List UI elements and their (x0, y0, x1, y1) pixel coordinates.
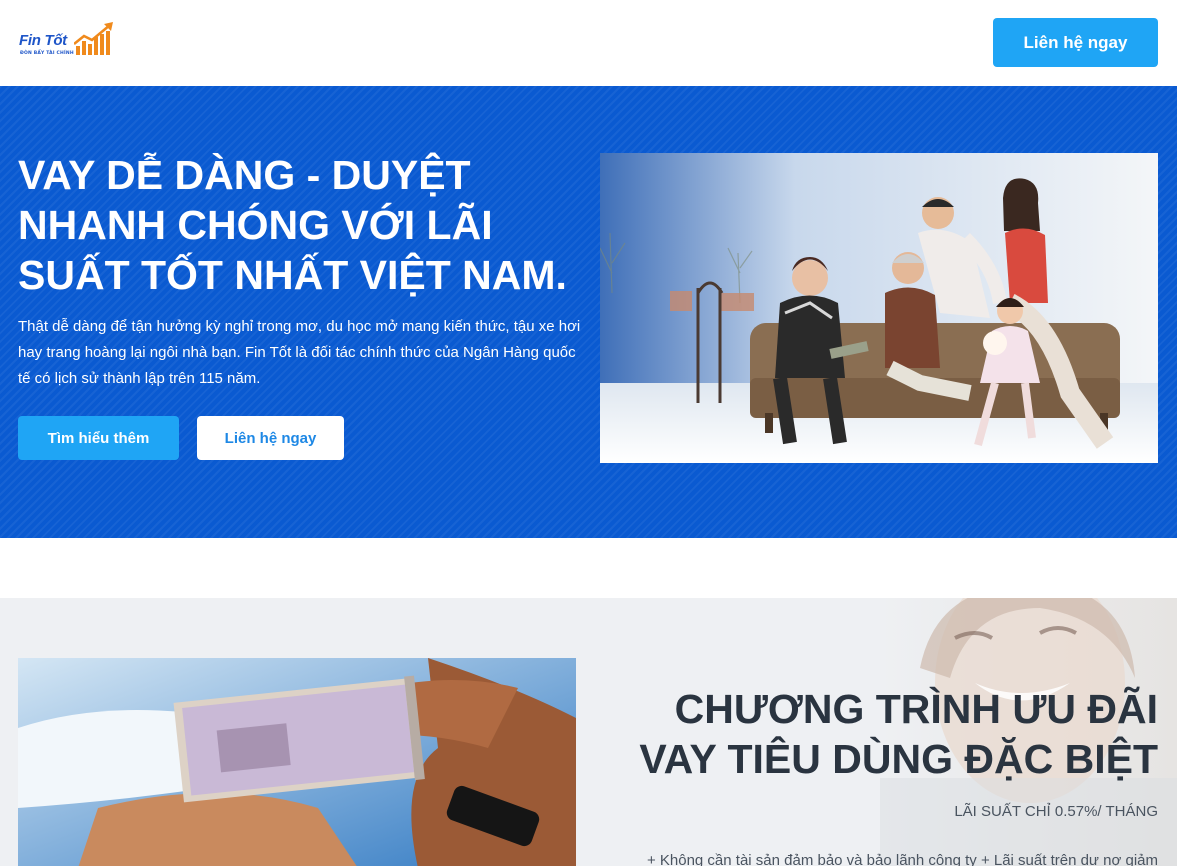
money-handover-photo (18, 658, 576, 866)
family-photo (600, 153, 1158, 463)
brand-logo[interactable]: Fin Tốt ĐÒN BẨY TÀI CHÍNH (18, 20, 118, 60)
header-contact-button[interactable]: Liên hệ ngay (993, 18, 1158, 67)
promo-title: CHƯƠNG TRÌNH ƯU ĐÃI VAY TIÊU DÙNG ĐẶC BI… (639, 686, 1158, 782)
hero-contact-button[interactable]: Liên hệ ngay (197, 416, 344, 460)
hero-title: VAY DỄ DÀNG - DUYỆT NHANH CHÓNG VỚI LÃI … (18, 152, 567, 298)
site-header: Fin Tốt ĐÒN BẨY TÀI CHÍNH Liên hệ ngay (0, 0, 1177, 86)
growth-chart-icon (74, 22, 113, 55)
money-illustration (18, 658, 576, 866)
logo-text: Fin Tốt (19, 32, 67, 49)
promo-body: + Không cần tài sản đảm bảo và bảo lãnh … (646, 852, 1158, 866)
promo-subtitle: LÃI SUẤT CHỈ 0.57%/ THÁNG (954, 803, 1158, 820)
family-illustration (600, 153, 1158, 463)
learn-more-button[interactable]: Tìm hiểu thêm (18, 416, 179, 460)
hero-section: VAY DỄ DÀNG - DUYỆT NHANH CHÓNG VỚI LÃI … (0, 86, 1177, 538)
hero-description: Thật dễ dàng để tận hưởng kỳ nghỉ trong … (18, 318, 581, 387)
promo-section: CHƯƠNG TRÌNH ƯU ĐÃI VAY TIÊU DÙNG ĐẶC BI… (0, 598, 1177, 866)
logo-tagline: ĐÒN BẨY TÀI CHÍNH (20, 51, 74, 56)
